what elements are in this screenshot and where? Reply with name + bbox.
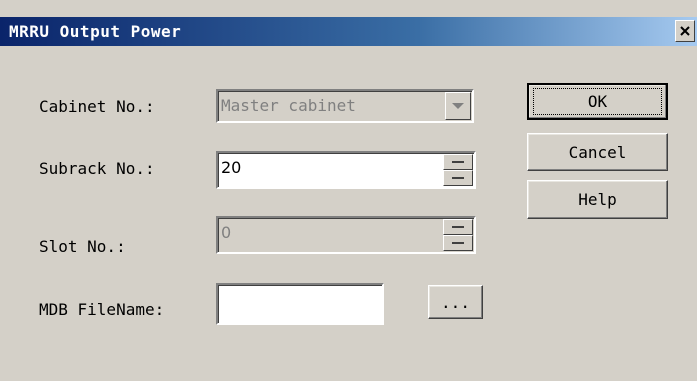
close-button[interactable] [675,20,695,42]
cabinet-label: Cabinet No.: [39,97,155,116]
mdb-filename-input[interactable] [216,283,384,325]
help-button[interactable]: Help [527,180,668,219]
slot-input[interactable]: 0 [216,216,476,254]
minus-icon [452,226,464,228]
subrack-value: 20 [221,158,242,177]
mrru-output-power-dialog: MRRU Output Power Cabinet No.: Master ca… [0,0,697,381]
slot-decrement-button[interactable] [443,235,473,251]
cabinet-dropdown[interactable]: Master cabinet [216,89,474,123]
subrack-spinner[interactable] [443,154,473,186]
minus-icon [452,242,464,244]
minus-icon [452,161,464,163]
ok-button[interactable]: OK [527,83,668,120]
slot-spinner[interactable] [443,219,473,251]
close-icon [680,26,690,36]
slot-label: Slot No.: [39,237,126,256]
subrack-input[interactable]: 20 [216,151,476,189]
subrack-decrement-button[interactable] [443,170,473,186]
cancel-label: Cancel [568,142,627,162]
subrack-increment-button[interactable] [443,154,473,170]
browse-button[interactable]: ... [428,285,483,319]
title-bar[interactable]: MRRU Output Power [0,17,697,46]
mdb-filename-label: MDB FileName: [39,300,165,319]
ok-label: OK [587,92,608,111]
slot-increment-button[interactable] [443,219,473,235]
subrack-label: Subrack No.: [39,159,155,178]
cabinet-value: Master cabinet [221,96,356,115]
browse-label: ... [441,292,470,312]
minus-icon [452,177,464,179]
cabinet-dropdown-button[interactable] [445,92,471,120]
help-label: Help [578,190,617,209]
slot-value: 0 [221,223,232,242]
window-title: MRRU Output Power [9,22,182,41]
chevron-down-icon [452,103,464,109]
cancel-button[interactable]: Cancel [527,133,668,171]
